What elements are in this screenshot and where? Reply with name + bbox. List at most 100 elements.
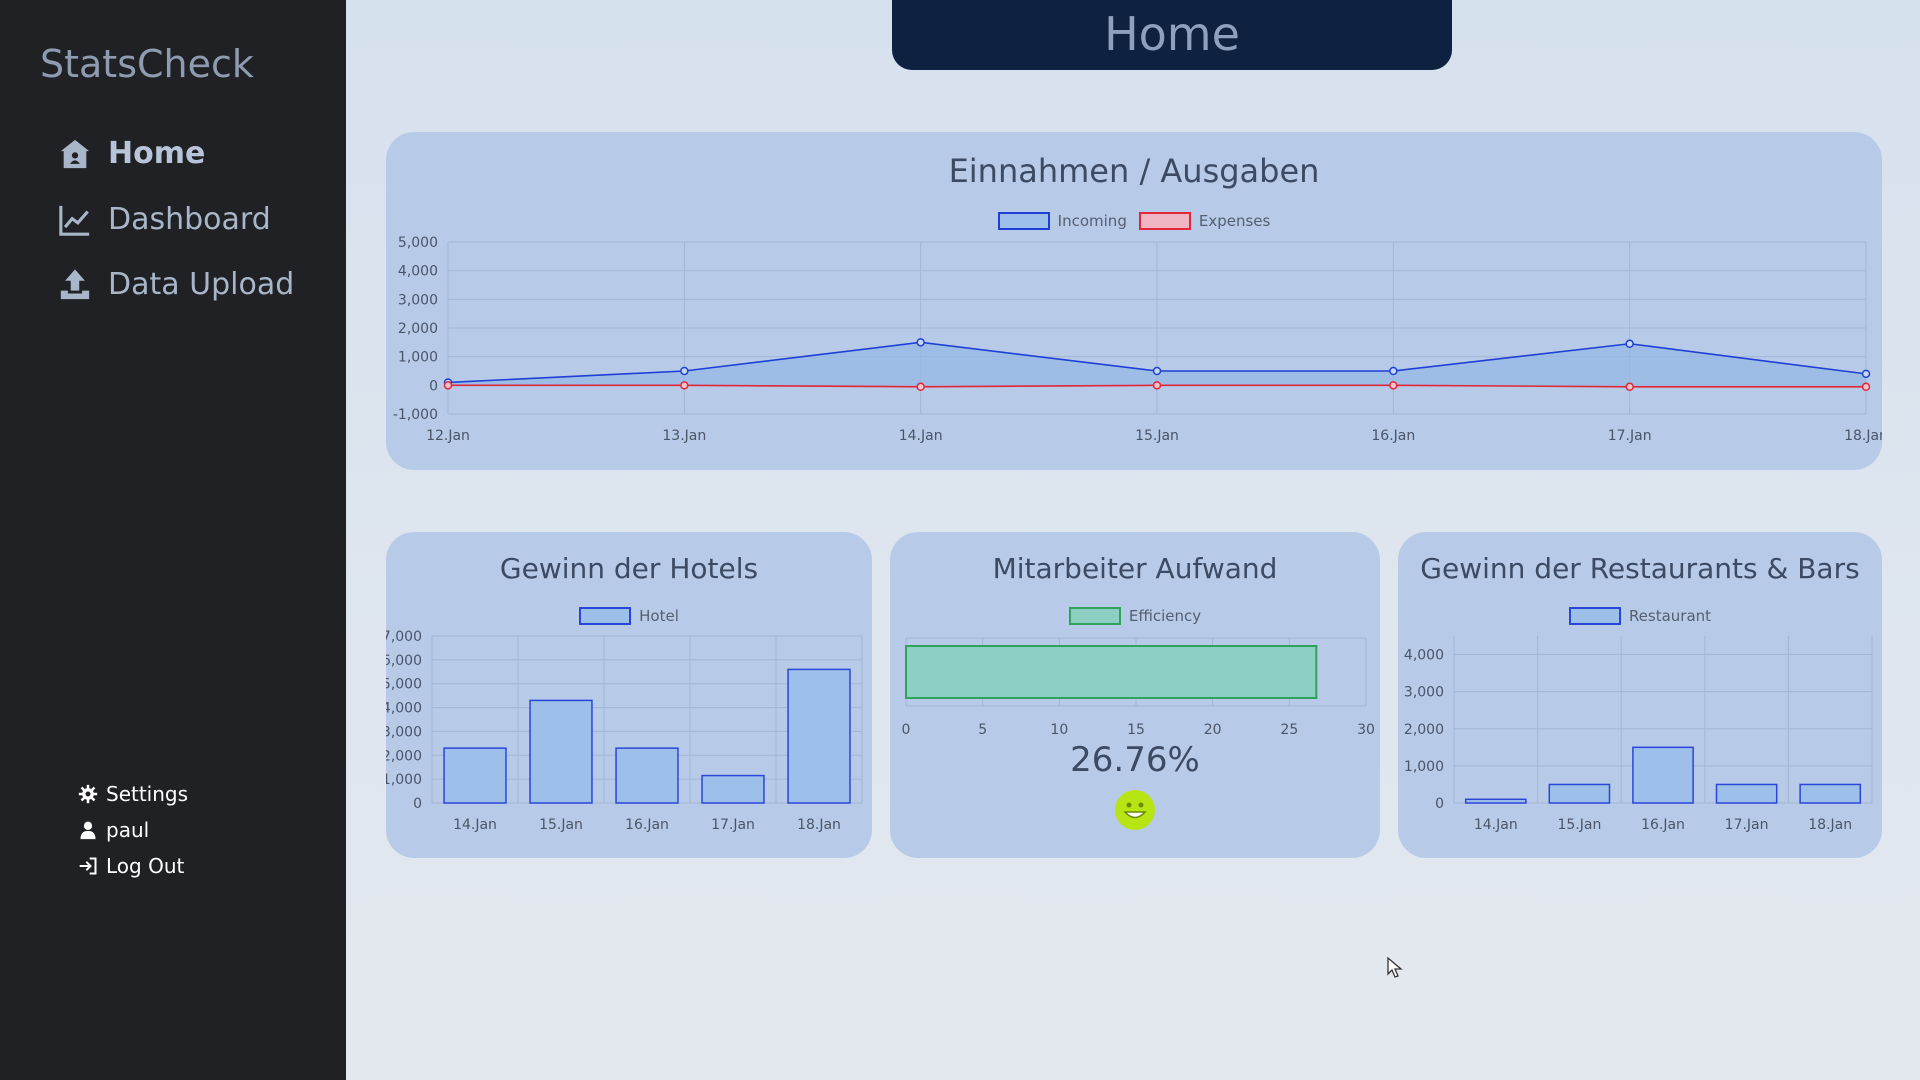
incoming-point xyxy=(1625,339,1634,349)
x-tick-label: 14.Jan xyxy=(1474,817,1518,833)
x-tick-label: 16.Jan xyxy=(1641,817,1685,833)
y-tick-label: 3,000 xyxy=(386,724,422,740)
bar xyxy=(1464,798,1527,804)
hotel-profit-card: Gewinn der Hotels Hotel 7,000 6,000 5,000 4… xyxy=(386,532,872,858)
x-tick-label: 0 xyxy=(902,722,911,738)
x-tick-label: 17.Jan xyxy=(711,817,755,833)
bar xyxy=(1799,783,1862,804)
hotel-bar-chart: 7,000 6,000 5,000 4,000 3,000 2,000 1,000 0 14.J… xyxy=(386,629,863,833)
x-tick-label: 25 xyxy=(1280,722,1298,738)
y-tick-label: 1,000 xyxy=(1404,759,1444,775)
x-tick-label: 16.Jan xyxy=(625,817,669,833)
y-tick-label: 4,000 xyxy=(1404,648,1444,664)
bar xyxy=(529,699,593,804)
y-tick-label: 2,000 xyxy=(1404,722,1444,738)
incoming-point xyxy=(1152,366,1162,376)
main-content: Home Einnahmen / Ausgaben Incoming Expen… xyxy=(346,0,1920,1080)
x-tick-label: 16.Jan xyxy=(1371,428,1415,444)
incoming-point xyxy=(916,338,925,347)
user-icon xyxy=(80,821,96,840)
y-tick-label: 7,000 xyxy=(386,629,422,645)
y-tick-label: 4,000 xyxy=(398,264,438,280)
y-tick-label: 5,000 xyxy=(386,677,422,693)
bar xyxy=(443,747,507,804)
incoming-point xyxy=(680,366,689,376)
expenses-point xyxy=(1625,382,1634,392)
y-tick-label: 2,000 xyxy=(386,748,422,764)
mouse-cursor-icon xyxy=(1387,956,1403,978)
y-tick-label: 1,000 xyxy=(386,772,422,788)
home-icon xyxy=(60,139,90,168)
bar xyxy=(1632,746,1694,804)
x-tick-label: 13.Jan xyxy=(662,428,706,444)
bar xyxy=(701,774,765,804)
sidebar-item-home[interactable]: Home xyxy=(58,136,205,171)
upload-icon xyxy=(60,268,90,299)
expenses-point xyxy=(680,381,689,390)
y-tick-label: 2,000 xyxy=(398,321,438,337)
x-tick-label: 5 xyxy=(978,722,987,738)
x-tick-label: 14.Jan xyxy=(899,428,943,444)
x-tick-label: 14.Jan xyxy=(453,817,497,833)
staff-effort-card: Mitarbeiter Aufwand Efficiency 0 5 10 15 20 2… xyxy=(890,532,1380,858)
restaurant-profit-card: Gewinn der Restaurants & Bars Restaurant… xyxy=(1398,532,1882,858)
chart-line-icon xyxy=(59,205,90,236)
sidebar-item-dashboard[interactable]: Dashboard xyxy=(58,202,271,237)
x-tick-label: 10 xyxy=(1050,722,1068,738)
restaurant-bar-chart: 4,000 3,000 2,000 1,000 0 14.Jan 15.Jan 16.Jan 1… xyxy=(1404,636,1873,833)
x-tick-label: 17.Jan xyxy=(1608,428,1652,444)
x-tick-label: 18.Jan xyxy=(1808,817,1852,833)
app-title: StatsCheck xyxy=(40,42,254,86)
x-tick-label: 30 xyxy=(1357,722,1375,738)
x-tick-label: 15 xyxy=(1127,722,1145,738)
page-title: Home xyxy=(1104,7,1240,61)
y-tick-label: 4,000 xyxy=(386,701,422,717)
y-tick-label: 0 xyxy=(413,796,422,812)
incoming-point xyxy=(1389,366,1398,376)
x-tick-label: 15.Jan xyxy=(1557,817,1601,833)
username-label: paul xyxy=(106,818,150,842)
y-tick-label: 3,000 xyxy=(1404,685,1444,701)
expenses-point xyxy=(443,381,453,390)
sidebar-item-label: Data Upload xyxy=(108,267,295,302)
expenses-point xyxy=(916,382,925,392)
page-header: Home xyxy=(892,0,1452,70)
bar xyxy=(1715,783,1778,804)
sidebar-item-label: Home xyxy=(108,136,206,171)
x-tick-label: 17.Jan xyxy=(1725,817,1769,833)
settings-link[interactable]: Settings xyxy=(78,782,188,806)
y-tick-label: 5,000 xyxy=(398,235,438,251)
bar xyxy=(1548,783,1611,804)
x-tick-label: 15.Jan xyxy=(1135,428,1179,444)
efficiency-bar xyxy=(905,645,1318,699)
expenses-point xyxy=(1861,382,1871,392)
y-tick-label: 1,000 xyxy=(398,350,438,366)
y-tick-label: 3,000 xyxy=(398,292,438,308)
y-tick-label: 0 xyxy=(429,378,438,394)
incoming-point xyxy=(1861,369,1871,379)
logout-label: Log Out xyxy=(106,854,185,878)
logout-link[interactable]: Log Out xyxy=(78,854,184,878)
x-tick-label: 18.Jan xyxy=(797,817,841,833)
user-profile-link[interactable]: paul xyxy=(78,818,149,842)
expenses-point xyxy=(1152,381,1162,390)
gear-icon xyxy=(78,784,98,804)
settings-label: Settings xyxy=(106,782,189,806)
y-tick-label: -1,000 xyxy=(393,407,438,423)
x-tick-label: 15.Jan xyxy=(539,817,583,833)
smiley-icon xyxy=(1115,790,1155,830)
efficiency-value: 26.76% xyxy=(1070,740,1200,780)
income-expenses-card: Einnahmen / Ausgaben Incoming Expenses 5… xyxy=(386,132,1882,470)
bar xyxy=(615,747,679,804)
y-tick-label: 0 xyxy=(1435,796,1444,812)
sidebar: StatsCheck Home Dashboard Data Upload Se… xyxy=(0,0,346,1080)
sidebar-item-data-upload[interactable]: Data Upload xyxy=(58,267,294,302)
expenses-point xyxy=(1389,381,1398,390)
x-tick-label: 18.Jan xyxy=(1844,428,1882,444)
x-tick-label: 20 xyxy=(1204,722,1222,738)
income-expenses-line-chart: 5,000 4,000 3,000 2,000 1,000 0 -1,000 12.Jan 13… xyxy=(393,235,1882,444)
x-tick-label: 12.Jan xyxy=(426,428,470,444)
y-tick-label: 6,000 xyxy=(386,653,422,669)
bar xyxy=(787,668,851,804)
logout-icon xyxy=(79,857,97,875)
